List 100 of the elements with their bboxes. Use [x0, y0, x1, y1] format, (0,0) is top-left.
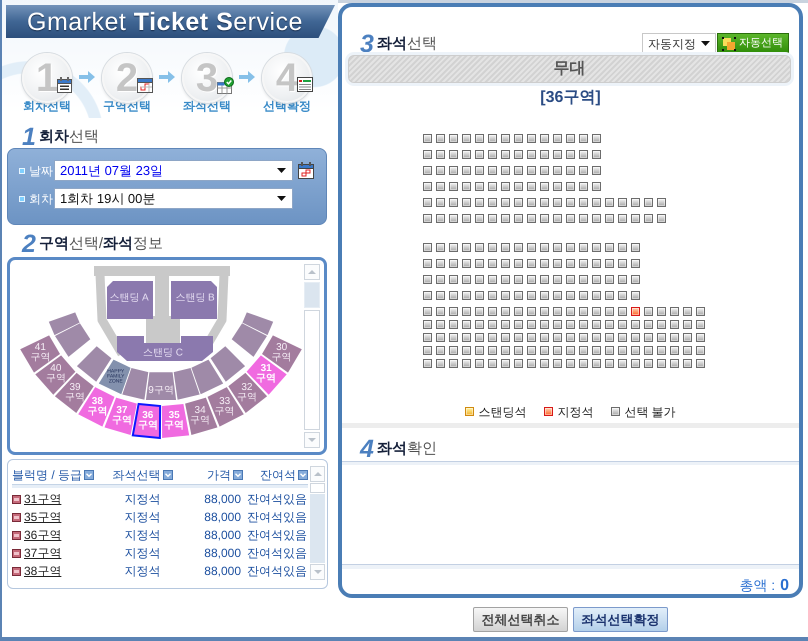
- seat-icon[interactable]: [566, 198, 575, 207]
- seat-icon[interactable]: [631, 274, 640, 284]
- seat-icon[interactable]: [592, 150, 601, 159]
- seat-icon[interactable]: [631, 290, 640, 300]
- seat-icon[interactable]: [475, 332, 484, 342]
- seat-icon[interactable]: [488, 150, 497, 159]
- seat-icon[interactable]: [618, 346, 627, 355]
- seat-icon[interactable]: [462, 274, 471, 284]
- seat-icon[interactable]: [436, 242, 445, 252]
- seat-icon[interactable]: [644, 198, 653, 207]
- seat-icon[interactable]: [553, 182, 562, 191]
- seat-icon[interactable]: [540, 346, 549, 355]
- seat-icon[interactable]: [514, 306, 523, 316]
- seat-icon[interactable]: [514, 320, 523, 329]
- standing-area[interactable]: [171, 281, 217, 319]
- seat-icon[interactable]: [631, 198, 640, 207]
- seat-icon[interactable]: [683, 320, 692, 329]
- seat-icon[interactable]: [566, 150, 575, 159]
- seat-icon[interactable]: [683, 346, 692, 355]
- seat-icon[interactable]: [436, 274, 445, 284]
- seat-icon[interactable]: [514, 358, 523, 368]
- seat-icon[interactable]: [579, 166, 588, 175]
- seat-icon[interactable]: [449, 346, 458, 355]
- seat-icon[interactable]: [553, 242, 562, 252]
- seat-icon[interactable]: [553, 214, 562, 223]
- seat-icon[interactable]: [540, 198, 549, 207]
- seat-icon[interactable]: [605, 320, 614, 329]
- seat-icon[interactable]: [540, 320, 549, 329]
- seat-icon[interactable]: [553, 150, 562, 159]
- seat-icon[interactable]: [631, 358, 640, 368]
- seat-icon[interactable]: [488, 214, 497, 223]
- seat-icon[interactable]: [540, 150, 549, 159]
- seat-icon[interactable]: [605, 274, 614, 284]
- seat-icon[interactable]: [449, 166, 458, 175]
- seat-icon[interactable]: [696, 332, 705, 342]
- seat-icon[interactable]: [566, 182, 575, 191]
- seat-icon[interactable]: [462, 166, 471, 175]
- seat-icon[interactable]: [683, 306, 692, 316]
- seat-icon[interactable]: [618, 306, 627, 316]
- seat-icon[interactable]: [592, 242, 601, 252]
- seat-icon[interactable]: [501, 198, 510, 207]
- seat-icon[interactable]: [501, 346, 510, 355]
- seat-icon[interactable]: [540, 274, 549, 284]
- seat-icon[interactable]: [527, 182, 536, 191]
- seat-icon[interactable]: [475, 320, 484, 329]
- seat-icon[interactable]: [514, 150, 523, 159]
- seat-icon[interactable]: [423, 198, 432, 207]
- seat-icon[interactable]: [462, 306, 471, 316]
- seat-icon[interactable]: [566, 274, 575, 284]
- seat-icon[interactable]: [592, 134, 601, 143]
- seat-icon[interactable]: [514, 332, 523, 342]
- seat-icon[interactable]: [579, 332, 588, 342]
- seat-icon[interactable]: [540, 290, 549, 300]
- seat-icon[interactable]: [475, 258, 484, 268]
- seat-icon[interactable]: [423, 166, 432, 175]
- mode-select[interactable]: 자동지정: [642, 33, 716, 54]
- seat-icon[interactable]: [475, 346, 484, 355]
- seat-icon[interactable]: [462, 346, 471, 355]
- seat-icon[interactable]: [566, 290, 575, 300]
- seat-icon[interactable]: [592, 166, 601, 175]
- session-select[interactable]: 1회차 19시 00분: [54, 188, 293, 209]
- seat-icon[interactable]: [657, 306, 666, 316]
- seat-icon[interactable]: [696, 320, 705, 329]
- seat-icon[interactable]: [514, 182, 523, 191]
- seat-icon[interactable]: [566, 320, 575, 329]
- seat-icon[interactable]: [592, 306, 601, 316]
- block-link[interactable]: 36구역: [24, 528, 62, 542]
- seat-icon[interactable]: [579, 358, 588, 368]
- seat-icon[interactable]: [670, 320, 679, 329]
- seat-icon[interactable]: [462, 242, 471, 252]
- seat-icon[interactable]: [423, 134, 432, 143]
- seat-icon[interactable]: [579, 214, 588, 223]
- standing-area[interactable]: [117, 336, 213, 361]
- seat-icon[interactable]: [449, 306, 458, 316]
- seat-icon[interactable]: [475, 150, 484, 159]
- seat-icon[interactable]: [553, 166, 562, 175]
- seat-icon[interactable]: [540, 166, 549, 175]
- seat-icon[interactable]: [501, 306, 510, 316]
- dropdown-icon[interactable]: [233, 470, 243, 480]
- seat-icon[interactable]: [462, 198, 471, 207]
- seat-icon[interactable]: [449, 242, 458, 252]
- seat-icon[interactable]: [501, 166, 510, 175]
- seat-icon[interactable]: [540, 242, 549, 252]
- seat-icon[interactable]: [423, 332, 432, 342]
- seat-icon[interactable]: [592, 214, 601, 223]
- seat-icon[interactable]: [592, 290, 601, 300]
- seat-icon[interactable]: [631, 242, 640, 252]
- seat-icon[interactable]: [488, 182, 497, 191]
- seat-icon[interactable]: [514, 290, 523, 300]
- seat-icon[interactable]: [527, 320, 536, 329]
- seat-icon[interactable]: [618, 242, 627, 252]
- seat-icon[interactable]: [488, 320, 497, 329]
- seat-icon[interactable]: [579, 320, 588, 329]
- seat-icon[interactable]: [566, 166, 575, 175]
- seat-icon[interactable]: [631, 214, 640, 223]
- seat-icon[interactable]: [527, 306, 536, 316]
- seat-icon[interactable]: [436, 134, 445, 143]
- seat-icon[interactable]: [501, 242, 510, 252]
- seat-icon[interactable]: [449, 332, 458, 342]
- seat-icon[interactable]: [475, 198, 484, 207]
